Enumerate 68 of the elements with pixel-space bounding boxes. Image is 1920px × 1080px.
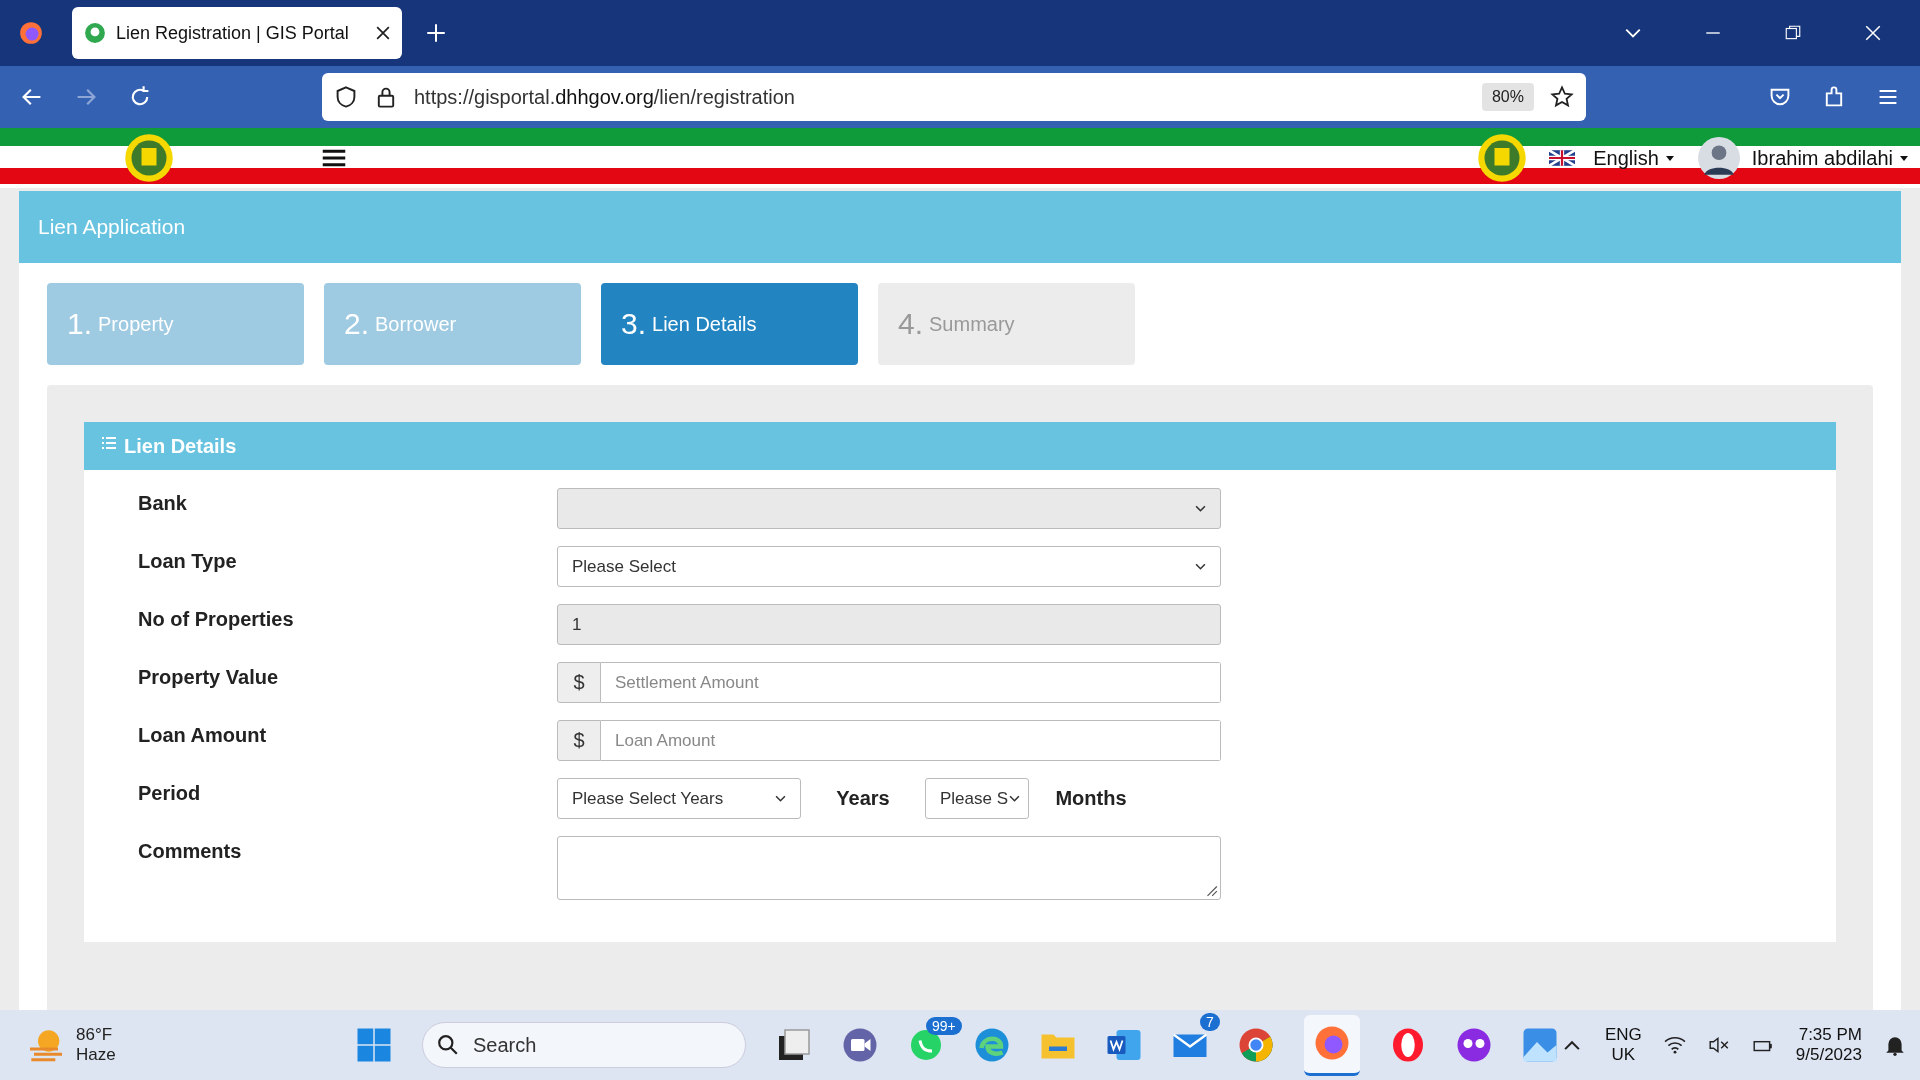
currency-addon: $ — [557, 720, 601, 761]
star-icon[interactable] — [1550, 85, 1574, 109]
notification-badge: 7 — [1200, 1013, 1220, 1031]
url-text: https://gisportal.dhhgov.org/lien/registration — [414, 85, 795, 109]
new-tab-icon[interactable] — [426, 23, 446, 43]
video-chat-icon[interactable] — [842, 1027, 878, 1063]
field-label: Loan Amount — [138, 723, 268, 747]
mask-icon[interactable] — [1456, 1027, 1492, 1063]
chevron-down-icon — [1009, 795, 1020, 802]
currency-addon: $ — [557, 662, 601, 703]
firefox-icon[interactable] — [18, 20, 44, 46]
wifi-icon[interactable] — [1663, 1034, 1686, 1056]
opera-icon[interactable] — [1390, 1027, 1426, 1063]
caret-icon[interactable] — [1665, 155, 1674, 161]
field-label: No of Properties — [138, 607, 295, 631]
input-language[interactable]: ENG UK — [1604, 1025, 1642, 1065]
comments-field[interactable] — [557, 836, 1221, 900]
menu-icon[interactable] — [322, 149, 346, 167]
avatar-icon[interactable] — [1697, 137, 1740, 179]
word-icon[interactable] — [1106, 1027, 1142, 1063]
field-label: Years — [835, 787, 891, 810]
task-view-icon[interactable] — [776, 1027, 812, 1063]
emblem-icon — [1477, 133, 1528, 183]
input-field[interactable]: Loan Amount — [601, 720, 1221, 761]
clock[interactable]: 7:35 PM 9/5/2023 — [1795, 1025, 1862, 1065]
temperature: 86°F — [76, 1025, 114, 1045]
taskbar-active-item[interactable] — [1304, 1014, 1360, 1076]
user-menu[interactable]: Ibrahim abdilahi — [1751, 146, 1893, 170]
notification-badge: 99+ — [926, 1017, 962, 1035]
resize-grip-icon[interactable] — [1204, 883, 1218, 897]
weather-text: Haze — [76, 1045, 116, 1065]
bell-icon[interactable] — [1884, 1034, 1906, 1056]
dropdown-field[interactable]: Please S — [925, 778, 1029, 819]
list-icon — [102, 437, 116, 449]
section-title: Lien Details — [124, 434, 237, 458]
shield-icon — [334, 85, 358, 109]
input-field[interactable]: Settlement Amount — [601, 662, 1221, 703]
zoom-level[interactable]: 80% — [1481, 83, 1534, 111]
restore-icon[interactable] — [1784, 24, 1802, 42]
field-label: Period — [138, 781, 202, 805]
field-label: Property Value — [138, 665, 280, 689]
windows-start-icon[interactable] — [356, 1027, 392, 1063]
field-label: Months — [1054, 787, 1128, 810]
chrome-icon[interactable] — [1238, 1027, 1274, 1063]
uk-flag-icon — [1549, 150, 1576, 166]
dropdown-field[interactable]: Please Select — [557, 546, 1221, 587]
search-icon — [437, 1034, 459, 1056]
speaker-muted-icon[interactable] — [1707, 1034, 1730, 1056]
taskbar-search[interactable]: Search — [422, 1022, 746, 1068]
edge-browser-icon[interactable] — [974, 1027, 1010, 1063]
field-label: Loan Type — [138, 549, 238, 573]
browser-tab[interactable]: Lien Registration | GIS Portal — [72, 7, 402, 59]
close-icon[interactable] — [376, 26, 390, 40]
chevron-down-icon — [1195, 505, 1206, 512]
firefox-icon[interactable] — [1314, 1024, 1350, 1061]
emblem-icon[interactable] — [124, 133, 174, 183]
caret-icon[interactable] — [1900, 155, 1908, 161]
address-bar[interactable]: https://gisportal.dhhgov.org/lien/registration 80% — [322, 73, 1586, 121]
language-dropdown[interactable]: English — [1593, 146, 1659, 170]
field-label: Bank — [138, 491, 188, 515]
page-title: Lien Application — [19, 191, 1901, 263]
chevron-down-icon — [1195, 563, 1206, 570]
wizard-step[interactable]: 3. Lien Details — [601, 283, 858, 365]
dropdown-field[interactable]: Please Select Years — [557, 778, 801, 819]
field-label: Comments — [138, 839, 243, 863]
chevron-down-icon — [775, 795, 786, 802]
globe-icon — [84, 22, 106, 44]
tab-title: Lien Registration | GIS Portal — [116, 22, 350, 44]
